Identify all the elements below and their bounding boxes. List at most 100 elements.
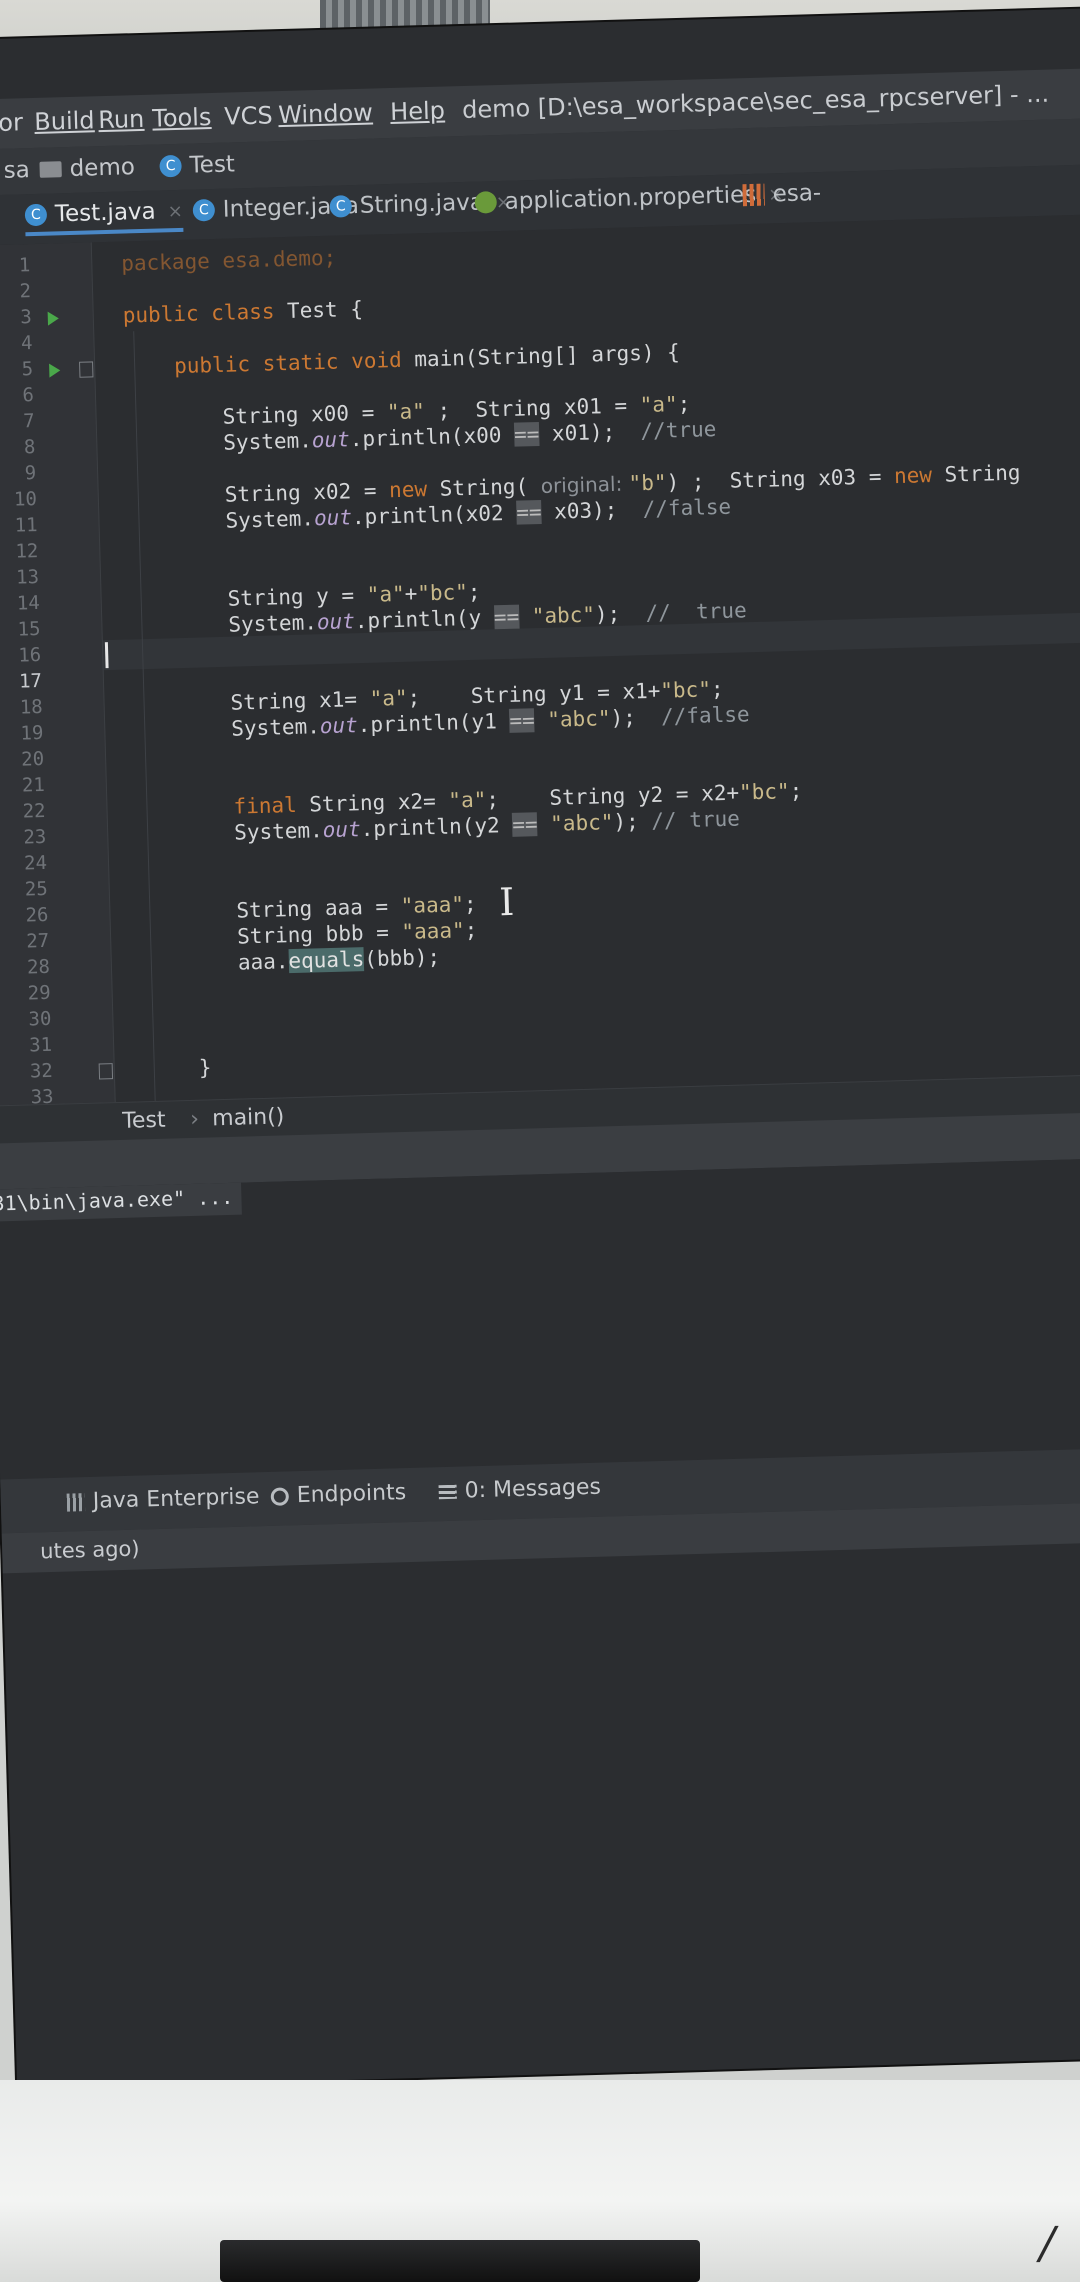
keyword: package [120, 249, 211, 276]
code-text: ; [710, 676, 724, 702]
string-literal: "abc" [534, 706, 611, 733]
line-number: 21 [21, 773, 46, 797]
string-literal: "bc" [659, 677, 712, 703]
toolwindow-endpoints[interactable]: Endpoints [270, 1480, 406, 1509]
nav-crumb-project[interactable]: sa [3, 157, 30, 184]
line-number: 15 [17, 617, 41, 641]
code-text: x01); [539, 419, 641, 446]
comment: // true [645, 598, 747, 626]
spring-leaf-icon [474, 191, 498, 214]
code-text: String x02 = [224, 478, 390, 507]
comment: //false [642, 494, 732, 522]
line-number: 10 [13, 488, 38, 511]
code-text: .println(y1 [357, 708, 510, 738]
line-number: 6 [22, 384, 35, 407]
class-icon: C [329, 195, 353, 218]
line-number: 7 [22, 410, 35, 433]
code-text: ); [594, 601, 646, 627]
run-gutter-icon[interactable] [49, 363, 61, 378]
code-text: x03); [541, 497, 643, 524]
code-text: ); [613, 809, 652, 835]
fold-icon[interactable] [79, 361, 94, 378]
toolwindow-messages[interactable]: 0: Messages [438, 1475, 601, 1505]
static-field: out [319, 713, 359, 739]
maven-icon [742, 183, 765, 207]
keyword: class [198, 299, 275, 326]
operator-highlight: == [513, 421, 540, 447]
string-literal: "abc" [518, 602, 596, 629]
tab-label: Test.java [54, 198, 157, 228]
static-field: out [316, 609, 356, 635]
line-number: 22 [22, 799, 46, 823]
method-signature: main(String[] args) { [401, 340, 681, 372]
keyword: public [122, 301, 199, 328]
tab-esa[interactable]: esa- [742, 180, 822, 208]
string-literal: "a" [448, 787, 487, 813]
code-text: String x00 = [222, 400, 388, 429]
operator-highlight: == [509, 708, 536, 733]
line-number: 13 [15, 566, 40, 589]
comment: // true [651, 806, 741, 833]
string-literal: "bc" [738, 779, 790, 805]
code-text: System. [231, 714, 321, 741]
menu-item-build[interactable]: Build [34, 106, 95, 136]
code-text: String [931, 460, 1021, 488]
static-field: out [322, 817, 361, 843]
menu-item-editor[interactable]: or [0, 108, 23, 137]
breadcrumb-method[interactable]: main() [212, 1104, 285, 1131]
line-number: 16 [18, 643, 42, 667]
package-name: esa.demo; [209, 245, 337, 274]
string-literal: "bc" [416, 580, 469, 606]
code-text: ; [464, 917, 478, 943]
line-number: 9 [24, 462, 37, 485]
menu-item-vcs[interactable]: VCS [224, 101, 273, 130]
line-number: 31 [28, 1033, 53, 1057]
line-number: 14 [16, 591, 41, 615]
toolwindow-java-enterprise[interactable]: Java Enterprise [66, 1484, 260, 1514]
keyword: public static void [173, 347, 403, 379]
line-number: 17 [18, 669, 43, 693]
class-icon: C [24, 203, 48, 227]
tab-test-java[interactable]: C Test.java × [24, 198, 184, 228]
line-number: 19 [20, 721, 44, 745]
code-text: ; [789, 778, 803, 804]
menu-item-window[interactable]: Window [278, 99, 373, 130]
string-literal: "a" [369, 685, 408, 711]
class-icon: C [159, 154, 182, 178]
endpoints-icon [270, 1486, 290, 1506]
nav-crumb-demo[interactable]: demo [39, 154, 135, 183]
line-number: 18 [19, 695, 43, 719]
code-editor[interactable]: 1 2 3 4 5 6 7 8 9 10 11 12 13 14 15 16 17 18 19 20 21 22 23 24 2… [0, 214, 1080, 1134]
code-text: String bbb = [236, 920, 402, 949]
code-text: .println(y [354, 605, 495, 634]
monitor-screen: or Build Run Tools VCS Window Help demo … [0, 8, 1080, 2090]
menu-item-run[interactable]: Run [98, 105, 145, 134]
line-number: 28 [26, 955, 51, 979]
menu-item-tools[interactable]: Tools [152, 103, 212, 133]
string-literal: "abc" [537, 810, 614, 837]
closing-brace: } [198, 1055, 212, 1080]
run-gutter-icon[interactable] [47, 311, 60, 326]
line-number: 25 [24, 877, 49, 901]
menu-item-help[interactable]: Help [390, 96, 445, 126]
tab-application-properties[interactable]: application.properties × [474, 181, 784, 216]
fold-icon[interactable] [98, 1063, 114, 1080]
code-line-32: } [198, 1024, 1080, 1080]
line-number: 20 [20, 747, 45, 771]
code-text: (bbb); [363, 944, 441, 972]
class-icon: C [192, 198, 216, 222]
nav-crumb-demo-label: demo [69, 154, 136, 182]
nav-crumb-test[interactable]: C Test [159, 151, 235, 179]
code-text: + [404, 581, 418, 606]
code-text: .println(x02 [351, 500, 517, 530]
code-line-5: public static void main(String[] args) { [174, 322, 1080, 378]
line-number: 24 [23, 851, 48, 875]
line-number: 5 [21, 358, 34, 381]
run-console[interactable]: 31\bin\java.exe" ... [0, 1157, 1080, 1480]
close-icon[interactable]: × [167, 200, 183, 221]
string-literal: "a" [386, 399, 426, 425]
breadcrumb-file[interactable]: Test [122, 1108, 166, 1134]
code-text: aaa. [237, 949, 289, 975]
keyword: final [233, 792, 298, 819]
java-enterprise-icon [66, 1492, 86, 1512]
